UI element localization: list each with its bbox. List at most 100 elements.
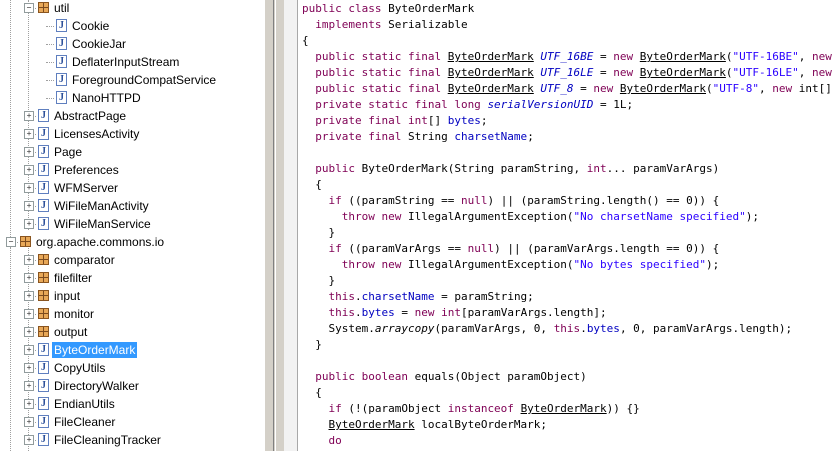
tree-item-org-apache-commons-io[interactable]: − org.apache.commons.io: [0, 233, 264, 251]
tree-item-comparator[interactable]: + comparator: [0, 251, 264, 269]
expand-toggle-icon[interactable]: +: [24, 111, 34, 121]
expand-toggle-icon[interactable]: +: [24, 219, 34, 229]
expand-toggle-icon[interactable]: +: [24, 147, 34, 157]
tree-item-label[interactable]: CookieJar: [70, 36, 128, 52]
tree-item-abstractpage[interactable]: + J AbstractPage: [0, 107, 264, 125]
tree-item-label[interactable]: util: [52, 0, 71, 16]
tree-item-output[interactable]: + output: [0, 323, 264, 341]
java-class-icon: J: [38, 145, 49, 158]
tree-item-label[interactable]: FileCleaningTracker: [52, 432, 163, 448]
code-token: public class: [302, 2, 389, 15]
expand-toggle-icon[interactable]: +: [24, 417, 34, 427]
code-token: public static final: [302, 66, 448, 79]
tree-item-label[interactable]: monitor: [52, 306, 96, 322]
tree-item-wifilemanactivity[interactable]: + J WiFileManActivity: [0, 197, 264, 215]
expand-toggle-icon[interactable]: +: [24, 381, 34, 391]
tree-item-label[interactable]: ForegroundCompatService: [70, 72, 218, 88]
tree-item-label[interactable]: Page: [52, 144, 84, 160]
tree-item-label[interactable]: CopyUtils: [52, 360, 107, 376]
tree-item-label[interactable]: Preferences: [52, 162, 121, 178]
tree-item-filecleaner[interactable]: + J FileCleaner: [0, 413, 264, 431]
tree-item-label[interactable]: ByteOrderMark: [52, 342, 138, 358]
tree-item-filecleaningtracker[interactable]: + J FileCleaningTracker: [0, 431, 264, 449]
code-line: }: [302, 225, 335, 241]
tree-item-util[interactable]: − util: [0, 0, 264, 17]
tree-item-nanohttpd[interactable]: J NanoHTTPD: [0, 89, 264, 107]
code-token: charsetName: [361, 290, 435, 303]
tree-item-label[interactable]: AbstractPage: [52, 108, 128, 124]
tree-item-byteordermark[interactable]: + J ByteOrderMark: [0, 341, 264, 359]
tree-item-monitor[interactable]: + monitor: [0, 305, 264, 323]
collapse-toggle-icon[interactable]: −: [6, 237, 16, 247]
tree-item-label[interactable]: comparator: [52, 252, 117, 268]
tree-item-wfmserver[interactable]: + J WFMServer: [0, 179, 264, 197]
code-token: ByteOrderMark: [447, 66, 534, 79]
code-token: "No charsetName specified": [573, 210, 746, 223]
expand-toggle-icon[interactable]: +: [24, 399, 34, 409]
expand-toggle-icon[interactable]: +: [24, 291, 34, 301]
tree-item-deflaterinputstream[interactable]: J DeflaterInputStream: [0, 53, 264, 71]
expand-toggle-icon[interactable]: +: [24, 309, 34, 319]
java-class-icon: J: [56, 37, 67, 50]
tree-item-label[interactable]: FileCleaner: [52, 414, 117, 430]
tree-item-label[interactable]: EndianUtils: [52, 396, 117, 412]
tree-item-input[interactable]: + input: [0, 287, 264, 305]
expand-toggle-icon[interactable]: +: [24, 363, 34, 373]
expand-toggle-icon[interactable]: +: [24, 435, 34, 445]
tree-item-filefilter[interactable]: + filefilter: [0, 269, 264, 287]
tree-item-label[interactable]: input: [52, 288, 82, 304]
expand-toggle-icon[interactable]: +: [24, 273, 34, 283]
tree-item-copyutils[interactable]: + J CopyUtils: [0, 359, 264, 377]
code-token: bytes: [361, 306, 395, 319]
splitter-grip[interactable]: [273, 0, 276, 451]
expand-toggle-icon[interactable]: +: [24, 129, 34, 139]
tree-item-directorywalker[interactable]: + J DirectoryWalker: [0, 377, 264, 395]
package-explorer-tree[interactable]: − util J Cookie J CookieJar J DeflaterInputStre…: [0, 0, 264, 451]
tree-item-label[interactable]: DeflaterInputStream: [70, 54, 181, 70]
tree-item-label[interactable]: DirectoryWalker: [52, 378, 141, 394]
expand-toggle-icon[interactable]: +: [24, 165, 34, 175]
tree-item-endianutils[interactable]: + J EndianUtils: [0, 395, 264, 413]
tree-item-wifilemanservice[interactable]: + J WiFileManService: [0, 215, 264, 233]
tree-item-label[interactable]: WiFileManService: [52, 216, 153, 232]
code-line: private final String charsetName;: [302, 129, 534, 145]
tree-item-label[interactable]: WFMServer: [52, 180, 120, 196]
expand-toggle-icon[interactable]: +: [24, 201, 34, 211]
tree-item-foregroundcompatservice[interactable]: J ForegroundCompatService: [0, 71, 264, 89]
expand-toggle-icon[interactable]: +: [24, 327, 34, 337]
code-line: {: [302, 33, 309, 49]
expand-toggle-icon[interactable]: +: [24, 345, 34, 355]
code-token: .: [580, 322, 587, 335]
tree-item-label[interactable]: NanoHTTPD: [70, 90, 143, 106]
tree-item-cookiejar[interactable]: J CookieJar: [0, 35, 264, 53]
code-token: do: [302, 434, 342, 447]
pane-splitter[interactable]: [264, 0, 284, 451]
tree-item-label[interactable]: LicensesActivity: [52, 126, 141, 142]
code-token: null: [467, 242, 495, 255]
tree-item-cookie[interactable]: J Cookie: [0, 17, 264, 35]
code-line: }: [302, 273, 335, 289]
tree-item-page[interactable]: + J Page: [0, 143, 264, 161]
code-token: bytes: [586, 322, 620, 335]
tree-item-label[interactable]: filefilter: [52, 270, 94, 286]
tree-item-preferences[interactable]: + J Preferences: [0, 161, 264, 179]
code-token: ) || (paramVarArgs.length == 0)) {: [494, 242, 720, 255]
expand-toggle-icon[interactable]: +: [24, 255, 34, 265]
tree-connector: [46, 80, 54, 81]
code-token: .: [354, 306, 362, 319]
expand-toggle-icon[interactable]: +: [24, 183, 34, 193]
tree-item-label[interactable]: org.apache.commons.io: [34, 234, 166, 250]
code-token: int: [586, 162, 607, 175]
code-line: public class ByteOrderMark: [302, 1, 474, 17]
code-editor[interactable]: public class ByteOrderMark implements Se…: [298, 0, 837, 451]
collapse-toggle-icon[interactable]: −: [24, 3, 34, 13]
tree-item-label[interactable]: WiFileManActivity: [52, 198, 151, 214]
code-line: if ((paramVarArgs == null) || (paramVarA…: [302, 241, 719, 257]
tree-item-licensesactivity[interactable]: + J LicensesActivity: [0, 125, 264, 143]
java-class-icon: J: [38, 397, 49, 410]
tree-item-label[interactable]: Cookie: [70, 18, 111, 34]
tree-item-label[interactable]: output: [52, 324, 89, 340]
code-token: serialVersionUID: [487, 98, 594, 111]
code-token: [paramVarArgs.length];: [460, 306, 607, 319]
code-token: int[] { 239, 187, 191 });: [798, 82, 832, 95]
